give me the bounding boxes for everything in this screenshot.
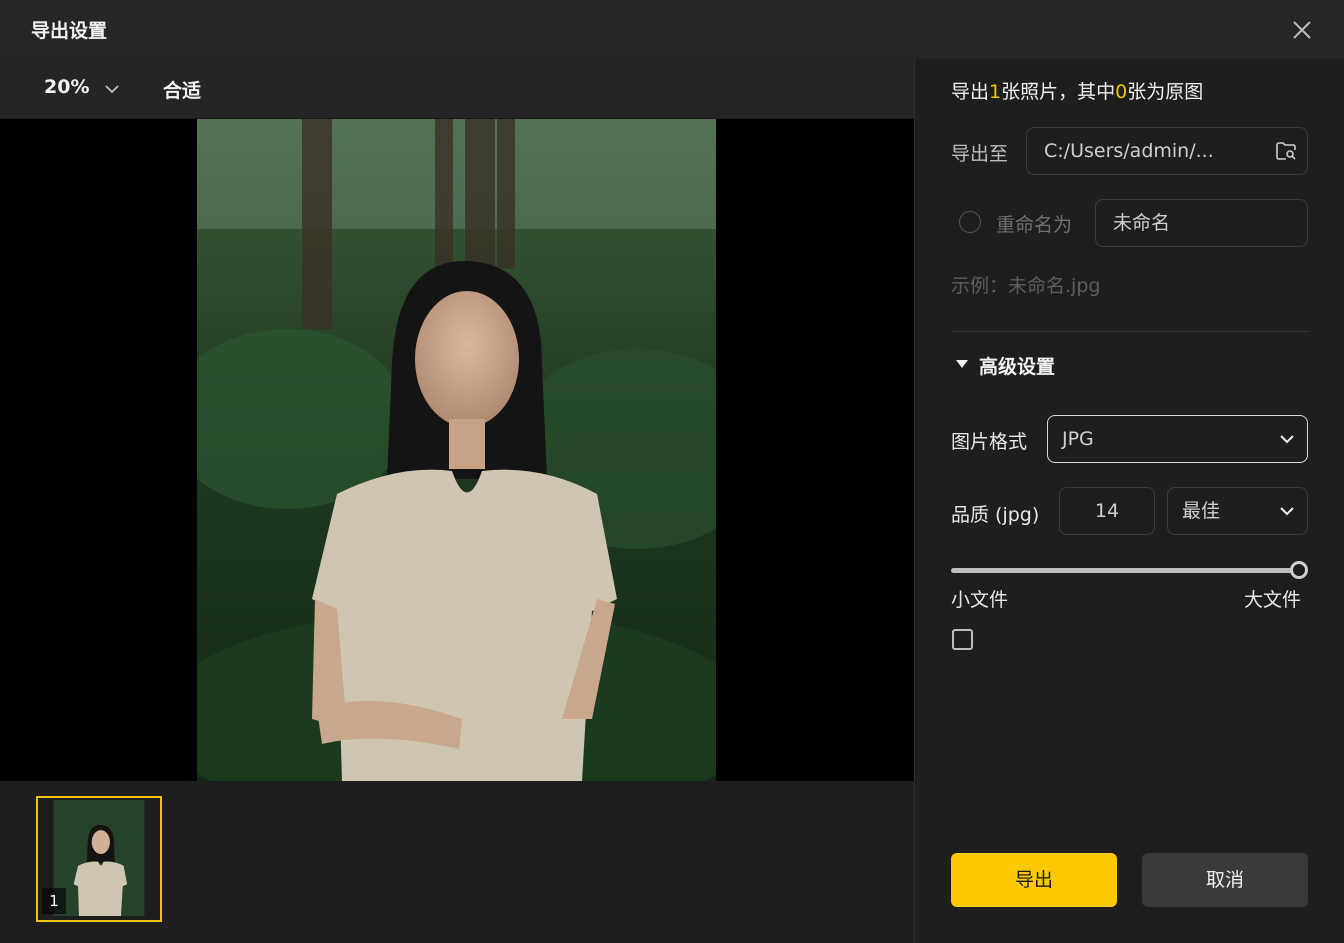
quality-label: 品质 (jpg) [951,504,1040,526]
export-summary: 导出1张照片，其中0张为原图 [951,77,1203,104]
rename-radio[interactable] [959,211,981,233]
format-select[interactable]: JPG [1047,415,1308,463]
export-to-label: 导出至 [951,143,1009,165]
cancel-button[interactable]: 取消 [1142,853,1308,907]
rename-label: 重命名为 [996,214,1073,236]
rename-example: 示例：未命名.jpg [951,275,1101,297]
export-button[interactable]: 导出 [951,853,1117,907]
quality-slider-track[interactable] [951,568,1299,573]
settings-panel: 导出1张照片，其中0张为原图 导出至 C:/Users/admin/... 重命… [915,59,1344,943]
section-divider [951,331,1308,332]
advanced-settings-toggle[interactable]: 高级设置 [979,352,1055,379]
preview-toolbar: 20% 合适 [0,59,914,119]
quality-number-input[interactable]: 14 [1059,487,1155,535]
chevron-down-icon [1280,435,1294,444]
caret-down-icon[interactable] [956,360,968,370]
slider-min-label: 小文件 [951,589,1009,611]
folder-search-icon[interactable] [1275,141,1297,161]
filmstrip: 1 [0,781,914,943]
title-bar: 导出设置 [0,0,1344,59]
summary-prefix: 导出 [951,81,990,103]
fit-button[interactable]: 合适 [163,76,201,103]
photo-count: 1 [989,81,1002,103]
slider-max-label: 大文件 [1244,589,1302,611]
chevron-down-icon [1280,507,1294,516]
dialog-title: 导出设置 [31,20,108,42]
export-path-field[interactable]: C:/Users/admin/... [1026,127,1308,175]
original-count: 0 [1115,81,1128,103]
zoom-level-dropdown[interactable]: 20% [44,76,89,98]
quality-preset-select[interactable]: 最佳 [1167,487,1308,535]
format-label: 图片格式 [951,431,1028,453]
chevron-down-icon[interactable] [104,83,120,95]
option-checkbox[interactable] [952,629,973,650]
preview-canvas [0,119,914,781]
close-icon[interactable] [1288,16,1316,44]
thumbnail[interactable]: 1 [36,796,162,922]
summary-suffix: 张为原图 [1127,81,1204,103]
quality-preset-value: 最佳 [1182,500,1221,522]
format-value: JPG [1062,428,1094,450]
thumbnail-index: 1 [42,888,66,914]
quality-slider-thumb[interactable] [1290,561,1308,579]
rename-input[interactable]: 未命名 [1095,199,1308,247]
preview-photo [197,119,716,781]
summary-middle: 张照片，其中 [1001,81,1116,103]
export-path-value: C:/Users/admin/... [1044,140,1214,162]
